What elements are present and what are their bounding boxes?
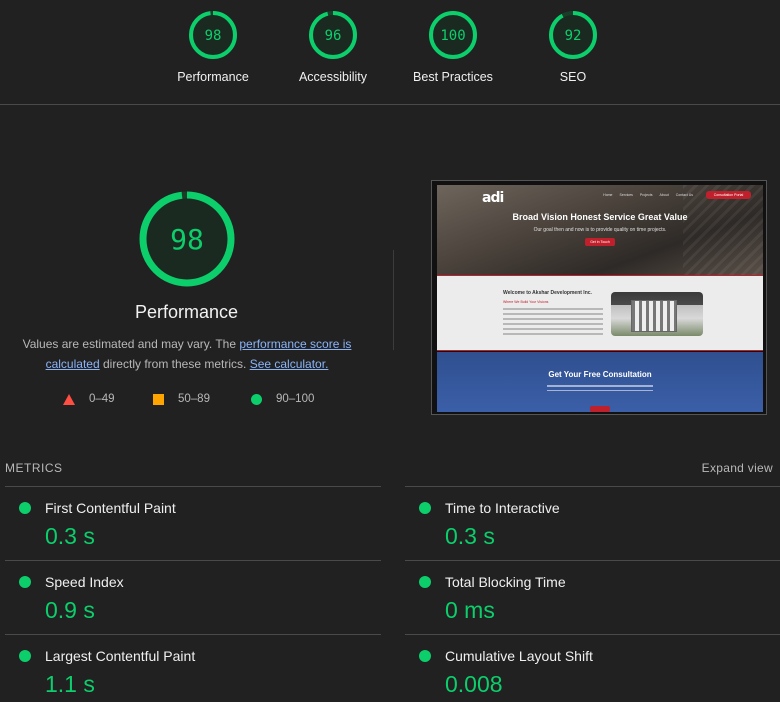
metric-largest-contentful-paint: Largest Contentful Paint 1.1 s <box>5 634 381 702</box>
metrics-heading: METRICS <box>5 461 63 475</box>
pass-circle-icon <box>19 576 31 588</box>
description-text: Values are estimated and may vary. The <box>22 337 240 351</box>
thumbnail-nav-cta: Consultation Portal <box>706 191 751 199</box>
accessibility-score: 96 <box>325 28 342 44</box>
metric-time-to-interactive: Time to Interactive 0.3 s <box>405 486 780 560</box>
gauge-seo[interactable]: 92 SEO <box>518 10 628 84</box>
gauge-best-practices[interactable]: 100 Best Practices <box>398 10 508 84</box>
gauge-label-seo: SEO <box>559 70 587 84</box>
performance-main-score: 98 <box>170 223 204 256</box>
metric-value: 0.3 s <box>445 523 495 549</box>
metric-speed-index: Speed Index 0.9 s <box>5 560 381 634</box>
thumbnail-welcome-section: Welcome to Akshar Development Inc. Where… <box>437 275 763 351</box>
metric-label: Largest Contentful Paint <box>45 648 196 664</box>
thumbnail-nav-item: Contact Us <box>675 193 693 197</box>
gauge-performance[interactable]: 98 Performance <box>158 10 268 84</box>
thumbnail-hero-button: Get in Touch <box>585 238 615 246</box>
legend-pass: 90–100 <box>251 393 314 405</box>
pass-circle-icon <box>419 576 431 588</box>
performance-main-gauge: 98 <box>139 191 235 287</box>
metric-value: 1.1 s <box>45 671 95 697</box>
metric-value: 0.008 <box>445 671 503 697</box>
pass-circle-icon <box>19 502 31 514</box>
accessibility-gauge-ring: 96 <box>309 11 357 59</box>
gauge-label-accessibility: Accessibility <box>298 70 368 84</box>
thumbnail-welcome-subtitle: Where We Build Your Visions <box>503 300 549 304</box>
pass-circle-icon <box>419 650 431 662</box>
metric-label: Time to Interactive <box>445 500 560 516</box>
gauge-label-performance: Performance <box>177 70 249 84</box>
thumbnail-consult-button <box>590 406 610 412</box>
thumbnail-hero-title: Broad Vision Honest Service Great Value <box>512 212 688 222</box>
metric-label: First Contentful Paint <box>45 500 176 516</box>
best-practices-score: 100 <box>440 28 465 44</box>
legend-pass-label: 90–100 <box>276 393 315 405</box>
performance-description: Values are estimated and may vary. The p… <box>17 334 357 374</box>
description-text-2: directly from these metrics. <box>99 357 250 371</box>
metric-cumulative-layout-shift: Cumulative Layout Shift 0.008 <box>405 634 780 702</box>
triangle-icon <box>63 393 75 405</box>
thumbnail-consultation-section: Get Your Free Consultation <box>437 352 763 412</box>
thumbnail-welcome-text <box>503 308 603 338</box>
metric-value: 0.3 s <box>45 523 95 549</box>
thumbnail-nav: Home Services Projects About Contact Us <box>597 193 693 197</box>
metric-label: Total Blocking Time <box>445 574 566 590</box>
seo-gauge-ring: 92 <box>549 11 597 59</box>
performance-title: Performance <box>134 302 239 322</box>
legend-fail: 0–49 <box>63 393 115 405</box>
see-calculator-link[interactable]: See calculator. <box>250 357 329 371</box>
final-screenshot-thumbnail[interactable]: adi Home Services Projects About Contact… <box>431 180 767 415</box>
thumbnail-welcome-title: Welcome to Akshar Development Inc. <box>503 290 592 296</box>
thumbnail-hero-subtitle: Our goal then and now is to provide qual… <box>533 227 667 233</box>
score-summary: 98 Performance 96 Accessibility 100 Best… <box>0 0 780 105</box>
metric-label: Cumulative Layout Shift <box>445 648 593 664</box>
best-practices-gauge-ring: 100 <box>429 11 477 59</box>
performance-score: 98 <box>205 28 222 44</box>
circle-icon <box>251 393 262 405</box>
metric-value: 0.9 s <box>45 597 95 623</box>
metric-first-contentful-paint: First Contentful Paint 0.3 s <box>5 486 381 560</box>
legend-fail-label: 0–49 <box>89 393 115 405</box>
gauge-label-best-practices: Best Practices <box>413 70 493 84</box>
seo-score: 92 <box>565 28 582 44</box>
legend-average: 50–89 <box>153 393 210 405</box>
thumbnail-consult-title: Get Your Free Consultation <box>548 370 652 379</box>
thumbnail-hero: adi Home Services Projects About Contact… <box>437 185 763 275</box>
metric-label: Speed Index <box>45 574 124 590</box>
metric-value: 0 ms <box>445 597 495 623</box>
thumbnail-consult-text <box>547 385 653 394</box>
thumbnail-nav-item: About <box>659 193 669 197</box>
performance-gauge-ring: 98 <box>189 11 237 59</box>
pass-circle-icon <box>419 502 431 514</box>
metric-total-blocking-time: Total Blocking Time 0 ms <box>405 560 780 634</box>
thumbnail-nav-item: Projects <box>639 193 653 197</box>
expand-view-toggle[interactable]: Expand view <box>702 461 773 475</box>
section-divider <box>393 250 394 350</box>
gauge-accessibility[interactable]: 96 Accessibility <box>278 10 388 84</box>
square-icon <box>153 393 164 405</box>
pass-circle-icon <box>19 650 31 662</box>
thumbnail-nav-item: Home <box>603 193 613 197</box>
thumbnail-logo: adi <box>482 190 504 206</box>
thumbnail-building-image <box>611 292 703 336</box>
legend-average-label: 50–89 <box>178 393 210 405</box>
thumbnail-nav-item: Services <box>619 193 633 197</box>
